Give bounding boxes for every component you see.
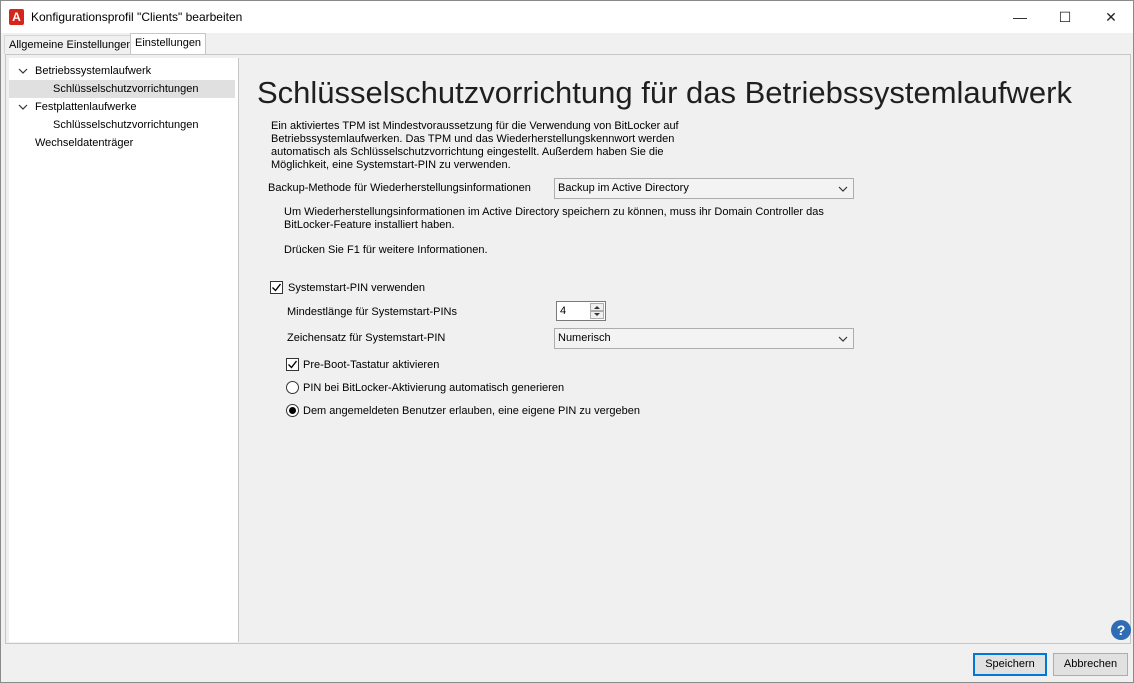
pin-checkbox-label[interactable]: Systemstart-PIN verwenden <box>288 282 425 294</box>
radio-selected-dot <box>289 407 296 414</box>
maximize-button[interactable]: ☐ <box>1042 1 1088 33</box>
f1-hint: Drücken Sie F1 für weitere Informationen… <box>284 244 488 256</box>
backup-method-value: Backup im Active Directory <box>558 182 689 194</box>
navigation-tree: Betriebssystemlaufwerk Schlüsselschutzvo… <box>9 58 239 642</box>
triangle-up-icon <box>594 306 600 309</box>
minimize-button[interactable]: — <box>997 1 1043 33</box>
pin-checkbox[interactable] <box>270 281 283 294</box>
backup-method-label: Backup-Methode für Wiederherstellungsinf… <box>268 182 531 194</box>
tree-item-removable-drives[interactable]: Wechseldatenträger <box>9 134 237 152</box>
chevron-down-icon <box>838 186 848 192</box>
min-length-value: 4 <box>560 305 567 317</box>
backup-method-select[interactable]: Backup im Active Directory <box>554 178 854 199</box>
title-bar: A Konfigurationsprofil "Clients" bearbei… <box>1 1 1133 33</box>
stepper-buttons <box>590 303 604 319</box>
tree-item-label: Schlüsselschutzvorrichtungen <box>53 119 199 131</box>
tree-item-fixed-key-protectors[interactable]: Schlüsselschutzvorrichtungen <box>9 116 237 134</box>
charset-label: Zeichensatz für Systemstart-PIN <box>287 332 446 344</box>
app-logo-icon: A <box>9 9 24 25</box>
settings-panel: Schlüsselschutzvorrichtung für das Betri… <box>240 58 1131 642</box>
tree-item-label: Schlüsselschutzvorrichtungen <box>53 83 199 95</box>
tab-general-settings[interactable]: Allgemeine Einstellungen <box>4 35 138 54</box>
window-title: Konfigurationsprofil "Clients" bearbeite… <box>31 10 243 24</box>
tree-item-os-key-protectors[interactable]: Schlüsselschutzvorrichtungen <box>9 80 235 98</box>
intro-text: Ein aktiviertes TPM ist Mindestvorausset… <box>271 120 679 171</box>
chevron-down-icon[interactable] <box>18 62 28 80</box>
radio-auto-generate[interactable] <box>286 381 299 394</box>
cancel-button[interactable]: Abbrechen <box>1053 653 1128 676</box>
preboot-checkbox-label[interactable]: Pre-Boot-Tastatur aktivieren <box>303 359 439 371</box>
radio-user-pin-label[interactable]: Dem angemeldeten Benutzer erlauben, eine… <box>303 405 640 417</box>
help-icon[interactable]: ? <box>1111 620 1131 640</box>
checkmark-icon <box>272 283 282 292</box>
tab-bar: Allgemeine Einstellungen Einstellungen <box>1 33 1133 54</box>
chevron-down-icon <box>838 336 848 342</box>
chevron-down-icon[interactable] <box>18 98 28 116</box>
stepper-down-button[interactable] <box>590 311 604 319</box>
stepper-up-button[interactable] <box>590 303 604 311</box>
checkmark-icon <box>288 360 298 369</box>
tree-item-os-drive[interactable]: Betriebssystemlaufwerk <box>9 62 237 80</box>
radio-auto-generate-label[interactable]: PIN bei BitLocker-Aktivierung automatisc… <box>303 382 564 394</box>
backup-note: Um Wiederherstellungsinformationen im Ac… <box>284 206 824 231</box>
min-length-label: Mindestlänge für Systemstart-PINs <box>287 306 457 318</box>
min-length-stepper[interactable]: 4 <box>556 301 606 321</box>
tree-item-label: Betriebssystemlaufwerk <box>35 65 152 77</box>
preboot-checkbox[interactable] <box>286 358 299 371</box>
tree-item-fixed-drives[interactable]: Festplattenlaufwerke <box>9 98 237 116</box>
save-button[interactable]: Speichern <box>973 653 1047 676</box>
tab-settings[interactable]: Einstellungen <box>130 33 207 54</box>
charset-select[interactable]: Numerisch <box>554 328 854 349</box>
tree-item-label: Festplattenlaufwerke <box>35 101 137 113</box>
tab-content: Betriebssystemlaufwerk Schlüsselschutzvo… <box>5 54 1131 644</box>
page-title: Schlüsselschutzvorrichtung für das Betri… <box>257 75 1072 110</box>
radio-user-pin[interactable] <box>286 404 299 417</box>
charset-value: Numerisch <box>558 332 611 344</box>
tree-item-label: Wechseldatenträger <box>35 137 134 149</box>
dialog-window: A Konfigurationsprofil "Clients" bearbei… <box>0 0 1134 683</box>
triangle-down-icon <box>594 313 600 316</box>
close-button[interactable]: ✕ <box>1088 1 1134 33</box>
